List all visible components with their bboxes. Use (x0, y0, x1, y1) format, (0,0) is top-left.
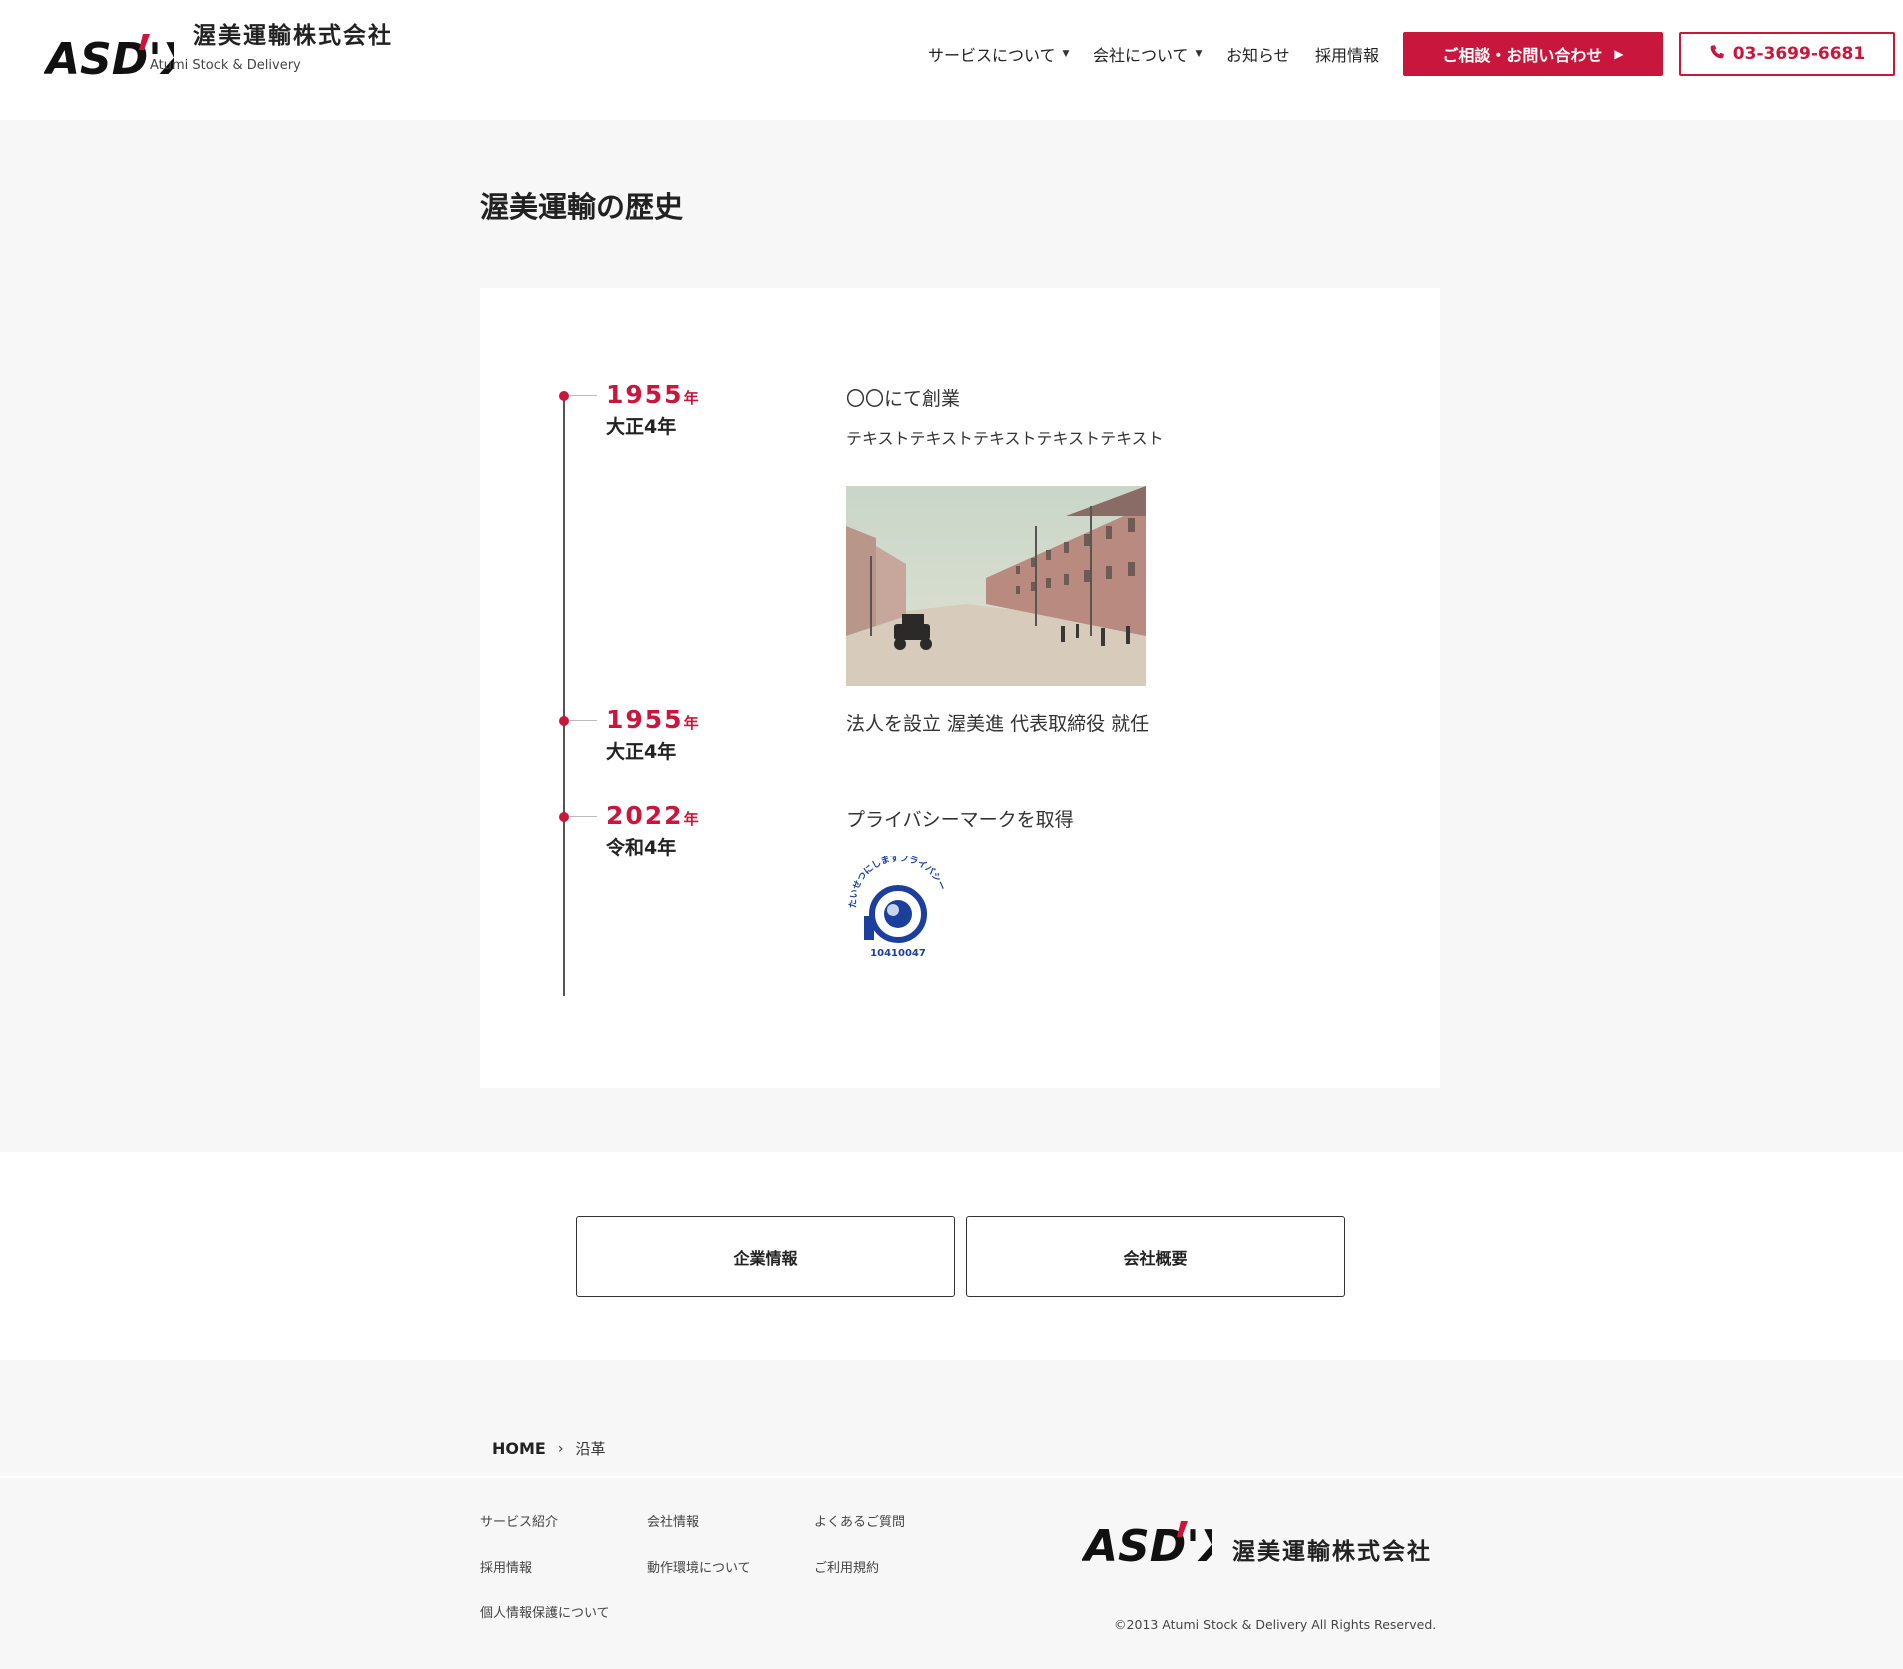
nav-company[interactable]: 会社について ▼ (1093, 42, 1202, 66)
breadcrumb-current: 沿革 (575, 1440, 606, 1458)
entry-year-value: 1955 (606, 705, 684, 734)
history-section: 渥美運輸の歴史 1955年 大正4年 〇〇にて創業 テキストテキストテキストテキ… (0, 120, 1903, 1152)
nav-recruit-label: 採用情報 (1315, 46, 1380, 65)
entry-year: 1955年 (606, 705, 699, 734)
footer-link-terms[interactable]: ご利用規約 (814, 1557, 879, 1576)
entry-text: テキストテキストテキストテキストテキスト (846, 429, 1164, 448)
entry-era: 令和4年 (606, 837, 677, 859)
timeline-card: 1955年 大正4年 〇〇にて創業 テキストテキストテキストテキストテキスト 1… (480, 288, 1440, 1088)
privacy-mark-icon: たいせつにしますプライバシー 10410047 (846, 852, 950, 960)
entry-year: 2022年 (606, 801, 699, 830)
entry-year-suffix: 年 (683, 714, 699, 732)
caret-down-icon: ▼ (1062, 49, 1070, 59)
phone-icon (1709, 44, 1725, 64)
timeline-connector (569, 720, 597, 721)
footer-logo-wordmark: ASD'X (1082, 1521, 1212, 1569)
entry-year-value: 1955 (606, 380, 684, 409)
timeline-connector (569, 816, 597, 817)
nav-company-label: 会社について (1093, 46, 1189, 65)
company-name: 渥美運輸株式会社 (193, 23, 393, 49)
phone-button[interactable]: 03-3699-6681 (1679, 32, 1895, 76)
contact-button-label: ご相談・お問い合わせ (1442, 46, 1603, 65)
breadcrumb-home[interactable]: HOME (492, 1439, 546, 1458)
company-sub: Atumi Stock & Delivery (150, 58, 301, 73)
site-header: ASD'X 渥美運輸株式会社 Atumi Stock & Delivery サー… (0, 0, 1903, 120)
timeline-dot (559, 716, 569, 726)
site-footer: HOME › 沿革 サービス紹介 会社情報 よくあるご質問 採用情報 動作環境に… (0, 1360, 1903, 1669)
nav-services-label: サービスについて (928, 46, 1056, 65)
nav-news[interactable]: お知らせ (1226, 42, 1290, 66)
footer-link-services[interactable]: サービス紹介 (480, 1511, 558, 1530)
entry-year-value: 2022 (606, 801, 684, 830)
entry-era: 大正4年 (606, 741, 677, 763)
timeline-connector (569, 395, 597, 396)
nav-recruit[interactable]: 採用情報 (1315, 42, 1379, 66)
page-title: 渥美運輸の歴史 (480, 190, 684, 224)
company-overview-label: 会社概要 (1123, 1248, 1188, 1268)
entry-title: 〇〇にて創業 (846, 388, 961, 410)
entry-year-suffix: 年 (683, 389, 699, 407)
breadcrumb: HOME › 沿革 (492, 1438, 605, 1459)
phone-number: 03-3699-6681 (1732, 44, 1866, 64)
historic-street-photo (846, 486, 1146, 686)
nav-services[interactable]: サービスについて ▼ (928, 42, 1069, 66)
footer-link-recruit[interactable]: 採用情報 (480, 1557, 532, 1576)
timeline-line (563, 396, 565, 996)
contact-button[interactable]: ご相談・お問い合わせ ▶ (1403, 32, 1663, 76)
caret-down-icon: ▼ (1195, 49, 1203, 59)
footer-company-name: 渥美運輸株式会社 (1232, 1539, 1432, 1565)
footer-link-faq[interactable]: よくあるご質問 (814, 1511, 905, 1530)
asdx-logo-icon: ASD'X (43, 34, 198, 85)
footer-link-environment[interactable]: 動作環境について (647, 1557, 751, 1576)
footer-divider (0, 1476, 1903, 1478)
chevron-right-icon: › (557, 1440, 564, 1457)
site-logo[interactable]: ASD'X (43, 28, 198, 85)
entry-year-suffix: 年 (683, 810, 699, 828)
corporate-info-button[interactable]: 企業情報 (576, 1216, 955, 1297)
entry-era: 大正4年 (606, 416, 677, 438)
privacy-mark-number: 10410047 (870, 948, 926, 959)
entry-year: 1955年 (606, 380, 699, 409)
timeline-dot (559, 812, 569, 822)
corporate-info-label: 企業情報 (733, 1248, 798, 1268)
copyright: ©2013 Atumi Stock & Delivery All Rights … (1114, 1617, 1437, 1632)
entry-title: プライバシーマークを取得 (846, 809, 1074, 831)
timeline-dot (559, 391, 569, 401)
logo-mark: ASD'X (43, 28, 198, 85)
nav-news-label: お知らせ (1226, 46, 1290, 65)
company-overview-button[interactable]: 会社概要 (966, 1216, 1345, 1297)
footer-link-company[interactable]: 会社情報 (647, 1511, 699, 1530)
footer-logo[interactable]: ASD'X (1081, 1515, 1236, 1572)
play-arrow-icon: ▶ (1614, 47, 1624, 61)
entry-title: 法人を設立 渥美進 代表取締役 就任 (846, 713, 1150, 735)
footer-link-privacy[interactable]: 個人情報保護について (480, 1602, 610, 1621)
asdx-logo-icon: ASD'X (1081, 1521, 1236, 1572)
